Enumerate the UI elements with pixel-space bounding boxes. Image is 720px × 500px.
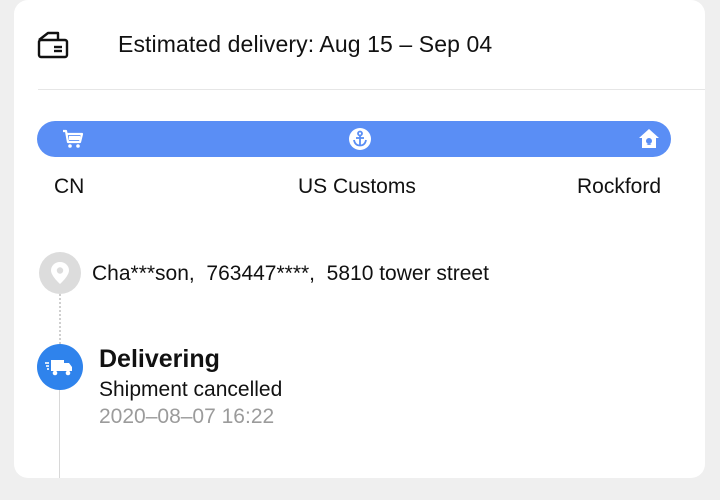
home-icon — [637, 127, 661, 151]
delivery-truck-icon — [37, 344, 83, 390]
divider — [38, 89, 705, 90]
stage-customs-label: US Customs — [298, 175, 416, 198]
stage-origin-label: CN — [54, 175, 85, 198]
stage-destination-label: Rockford — [577, 175, 662, 198]
tracking-status-description: Shipment cancelled — [99, 378, 283, 401]
timeline-connector — [59, 294, 61, 344]
estimated-delivery-row: Estimated delivery: Aug 15 – Sep 04 — [14, 0, 705, 90]
truck-outline-icon — [36, 28, 70, 62]
shipment-card: Estimated delivery: Aug 15 – Sep 04 CN U… — [14, 0, 705, 478]
estimated-delivery-text: Estimated delivery: Aug 15 – Sep 04 — [118, 31, 493, 57]
delivery-address: Cha***son, 763447****, 5810 tower street — [92, 262, 489, 285]
shipment-progress-bar — [37, 121, 671, 157]
tracking-timestamp: 2020–08–07 16:22 — [99, 405, 275, 428]
location-pin-icon — [39, 252, 81, 294]
cart-icon — [61, 127, 85, 151]
timeline-line — [59, 390, 60, 478]
anchor-icon — [348, 127, 372, 151]
tracking-status-title: Delivering — [99, 345, 220, 373]
